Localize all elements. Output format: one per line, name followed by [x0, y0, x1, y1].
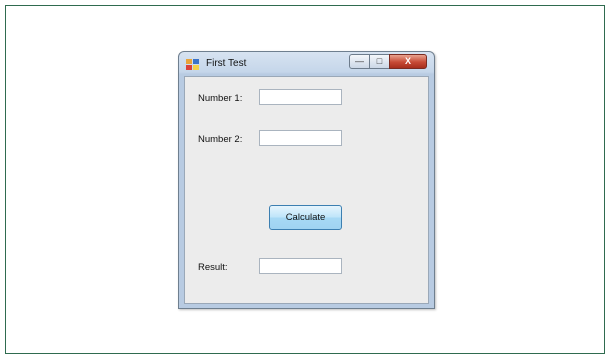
- close-button[interactable]: X: [389, 54, 427, 69]
- number2-input[interactable]: [259, 130, 342, 146]
- number1-input[interactable]: [259, 89, 342, 105]
- title-bar[interactable]: First Test — □ X: [179, 52, 434, 74]
- app-icon: [186, 58, 200, 70]
- window-title: First Test: [206, 58, 247, 69]
- app-window: First Test — □ X Number 1: Number 2: Cal…: [178, 51, 435, 309]
- result-label: Result:: [198, 262, 228, 273]
- result-field[interactable]: [259, 258, 342, 274]
- maximize-button[interactable]: □: [369, 54, 390, 69]
- form-client-area: Number 1: Number 2: Calculate Result:: [184, 76, 429, 304]
- minimize-button[interactable]: —: [349, 54, 370, 69]
- calculate-button[interactable]: Calculate: [269, 205, 342, 230]
- number1-label: Number 1:: [198, 93, 243, 104]
- number2-label: Number 2:: [198, 134, 243, 145]
